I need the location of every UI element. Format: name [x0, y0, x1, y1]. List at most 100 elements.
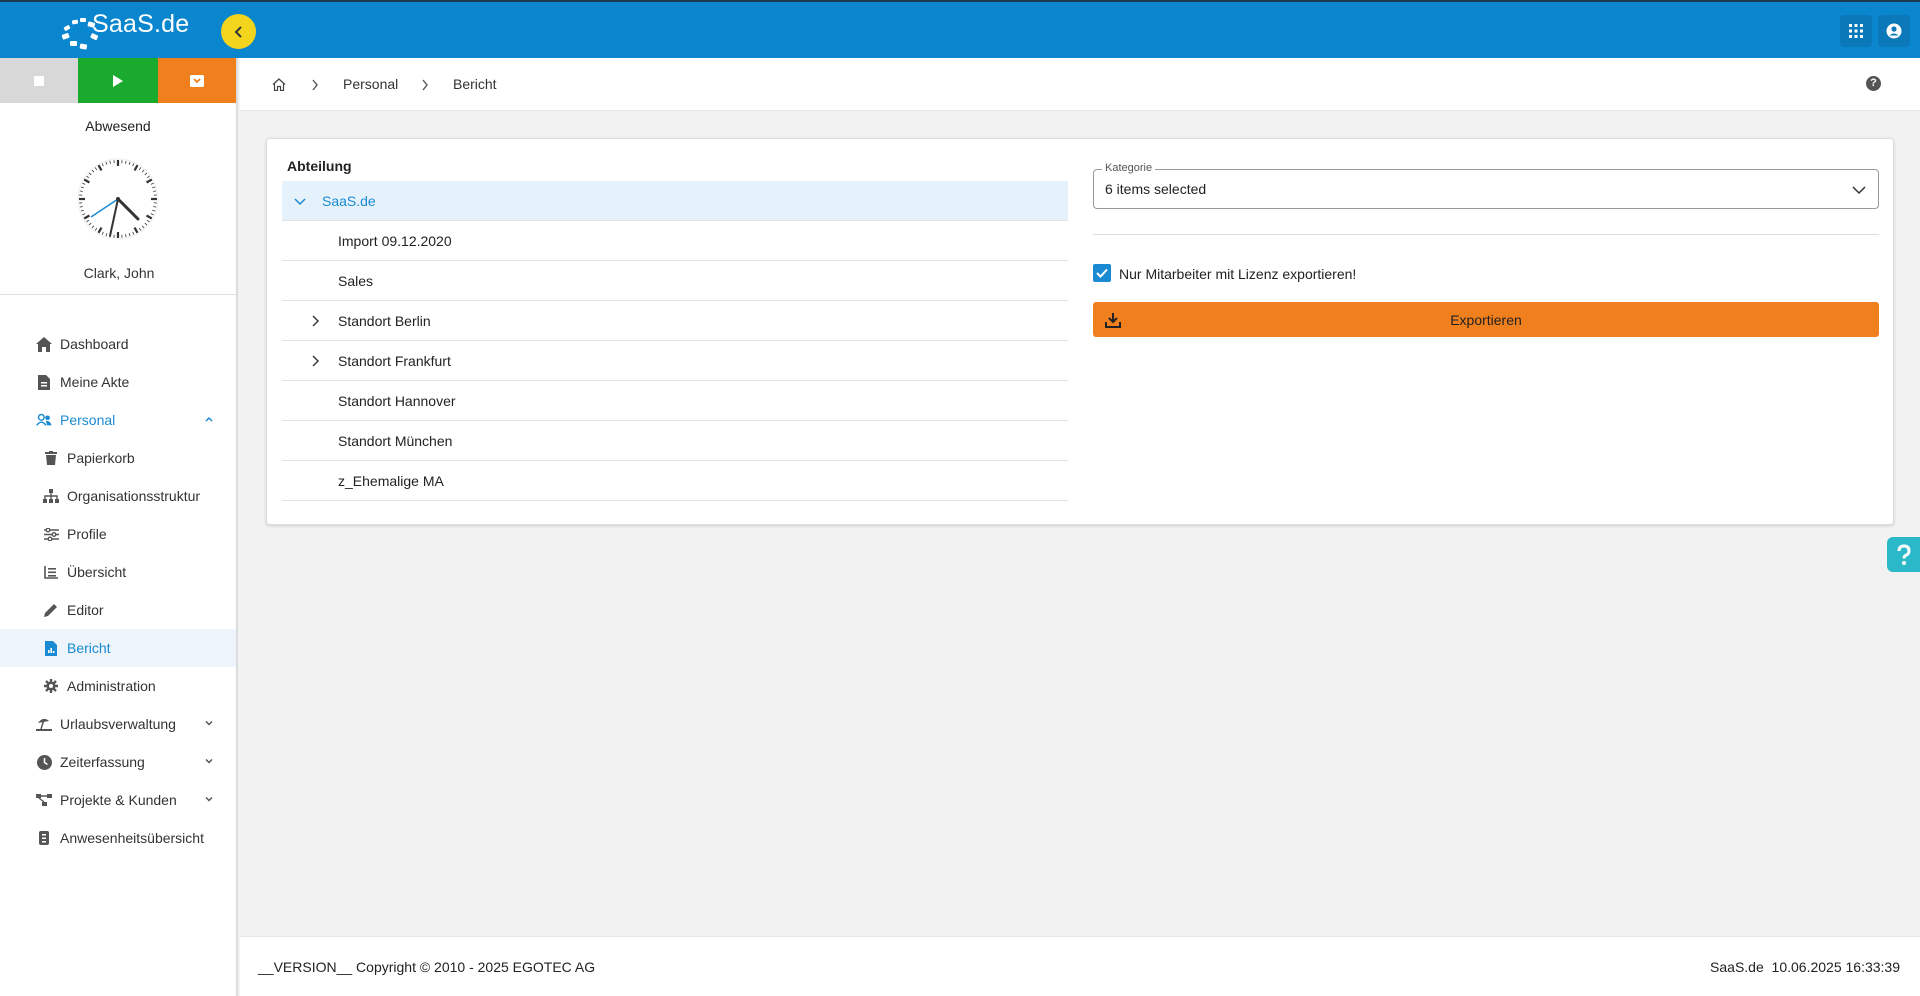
breadcrumb-item-bericht: Bericht [453, 76, 497, 92]
chevron-right-icon[interactable] [310, 355, 322, 367]
play-button[interactable] [78, 58, 158, 103]
user-name: Clark, John [83, 265, 155, 281]
file-icon [36, 374, 52, 390]
tree-node-label: Standort Hannover [338, 393, 456, 409]
stop-button[interactable] [0, 58, 79, 103]
nodes-icon [36, 792, 52, 808]
gear-icon [43, 678, 59, 694]
nav-label: Organisationsstruktur [67, 488, 201, 504]
chevron-down-icon [1852, 186, 1866, 195]
nav-label: Dashboard [60, 336, 129, 352]
apps-grid-icon [1849, 24, 1863, 38]
breadcrumb-item-personal[interactable]: Personal [343, 76, 398, 92]
license-only-label[interactable]: Nur Mitarbeiter mit Lizenz exportieren! [1119, 266, 1356, 282]
nav-label: Administration [67, 678, 156, 694]
chevron-up-icon [205, 416, 213, 422]
nav-label: Profile [67, 526, 107, 542]
beach-icon [36, 716, 52, 732]
chevron-down-icon [205, 758, 213, 764]
sliders-icon [43, 526, 59, 542]
tree-node-saas-de[interactable]: SaaS.de [282, 181, 1068, 221]
nav-item-meine-akte[interactable]: Meine Akte [0, 363, 236, 401]
nav-label: Editor [67, 602, 104, 618]
people-icon [36, 412, 52, 428]
chevron-right-icon [422, 79, 428, 91]
nav-label: Zeiterfassung [60, 754, 145, 770]
pause-icon [189, 74, 204, 87]
check-icon [1096, 268, 1108, 278]
nav-item-editor[interactable]: Editor [0, 591, 236, 629]
kategorie-value: 6 items selected [1105, 181, 1207, 197]
nav-item-zeiterfassung[interactable]: Zeiterfassung [0, 743, 236, 781]
department-tree: SaaS.de Import 09.12.2020 Sales Standort… [282, 181, 1068, 501]
sidebar-collapse-button[interactable] [221, 14, 256, 49]
export-label: Exportieren [1450, 312, 1522, 328]
nav-label: Urlaubsverwaltung [60, 716, 176, 732]
tree-node-standort-hannover[interactable]: Standort Hannover [282, 381, 1068, 421]
play-icon [113, 74, 123, 87]
chevron-down-icon [205, 796, 213, 802]
help-tab-button[interactable] [1887, 537, 1920, 572]
nav-label: Projekte & Kunden [60, 792, 177, 808]
kategorie-label: Kategorie [1102, 162, 1156, 174]
sidebar: Abwesend Clark, John Dashboard Meine Akt… [0, 58, 238, 996]
tree-node-label: Sales [338, 273, 374, 289]
export-button[interactable]: Exportieren [1093, 302, 1879, 337]
nav-label: Übersicht [67, 564, 127, 580]
tree-node-label: Import 09.12.2020 [338, 233, 452, 249]
home-icon [36, 336, 52, 352]
tree-node-label: Standort München [338, 433, 453, 449]
apps-button[interactable] [1840, 15, 1872, 47]
footer-timestamp: SaaS.de 10.06.2025 16:33:39 [1710, 959, 1900, 975]
pencil-icon [43, 602, 59, 618]
chevron-down-icon[interactable] [294, 195, 306, 207]
nav-item-urlaubsverwaltung[interactable]: Urlaubsverwaltung [0, 705, 236, 743]
nav-label: Personal [60, 412, 116, 428]
help-icon[interactable]: ? [1866, 76, 1881, 91]
question-icon [1897, 543, 1911, 565]
main-content: Personal Bericht ? Abteilung SaaS.de Imp… [240, 58, 1920, 996]
pause-button[interactable] [157, 58, 237, 103]
nav-item-uebersicht[interactable]: Übersicht [0, 553, 236, 591]
tree-node-ehemalige-ma[interactable]: z_Ehemalige MA [282, 461, 1068, 501]
tree-node-standort-muenchen[interactable]: Standort München [282, 421, 1068, 461]
nav-item-papierkorb[interactable]: Papierkorb [0, 439, 236, 477]
nav-item-administration[interactable]: Administration [0, 667, 236, 705]
analog-clock-icon [77, 158, 159, 240]
account-button[interactable] [1878, 15, 1910, 47]
sidebar-divider [0, 294, 236, 295]
tree-node-import[interactable]: Import 09.12.2020 [282, 221, 1068, 261]
nav-item-projekte-kunden[interactable]: Projekte & Kunden [0, 781, 236, 819]
time-state-buttons [0, 58, 237, 103]
nav-item-dashboard[interactable]: Dashboard [0, 325, 236, 363]
nav-label: Bericht [67, 640, 111, 656]
nav-label: Anwesenheitsübersicht [60, 830, 204, 846]
chevron-down-icon [205, 720, 213, 726]
account-circle-icon [1886, 23, 1902, 39]
chevron-right-icon[interactable] [310, 315, 322, 327]
kategorie-select[interactable]: Kategorie 6 items selected [1093, 162, 1879, 209]
nav-item-bericht[interactable]: Bericht [0, 629, 236, 667]
trash-icon [43, 450, 59, 466]
tree-node-label: Standort Frankfurt [338, 353, 451, 369]
logo-text: SaaS.de [92, 10, 190, 38]
stop-icon [34, 75, 45, 86]
nav-item-profile[interactable]: Profile [0, 515, 236, 553]
org-chart-icon [43, 488, 59, 504]
clock-icon [36, 754, 52, 770]
nav-label: Meine Akte [60, 374, 130, 390]
presence-status: Abwesend [85, 118, 151, 134]
license-only-checkbox[interactable] [1093, 264, 1111, 282]
badge-icon [36, 830, 52, 846]
tree-node-standort-frankfurt[interactable]: Standort Frankfurt [282, 341, 1068, 381]
tree-node-label: z_Ehemalige MA [338, 473, 444, 489]
nav-item-organisationsstruktur[interactable]: Organisationsstruktur [0, 477, 236, 515]
tree-node-standort-berlin[interactable]: Standort Berlin [282, 301, 1068, 341]
department-title: Abteilung [287, 158, 352, 174]
sidebar-nav: Dashboard Meine Akte Personal Papierkorb… [0, 325, 236, 857]
home-outline-icon[interactable] [272, 78, 286, 91]
breadcrumb: Personal Bericht ? [240, 58, 1920, 111]
nav-item-anwesenheitsuebersicht[interactable]: Anwesenheitsübersicht [0, 819, 236, 857]
tree-node-sales[interactable]: Sales [282, 261, 1068, 301]
nav-item-personal[interactable]: Personal [0, 401, 236, 439]
